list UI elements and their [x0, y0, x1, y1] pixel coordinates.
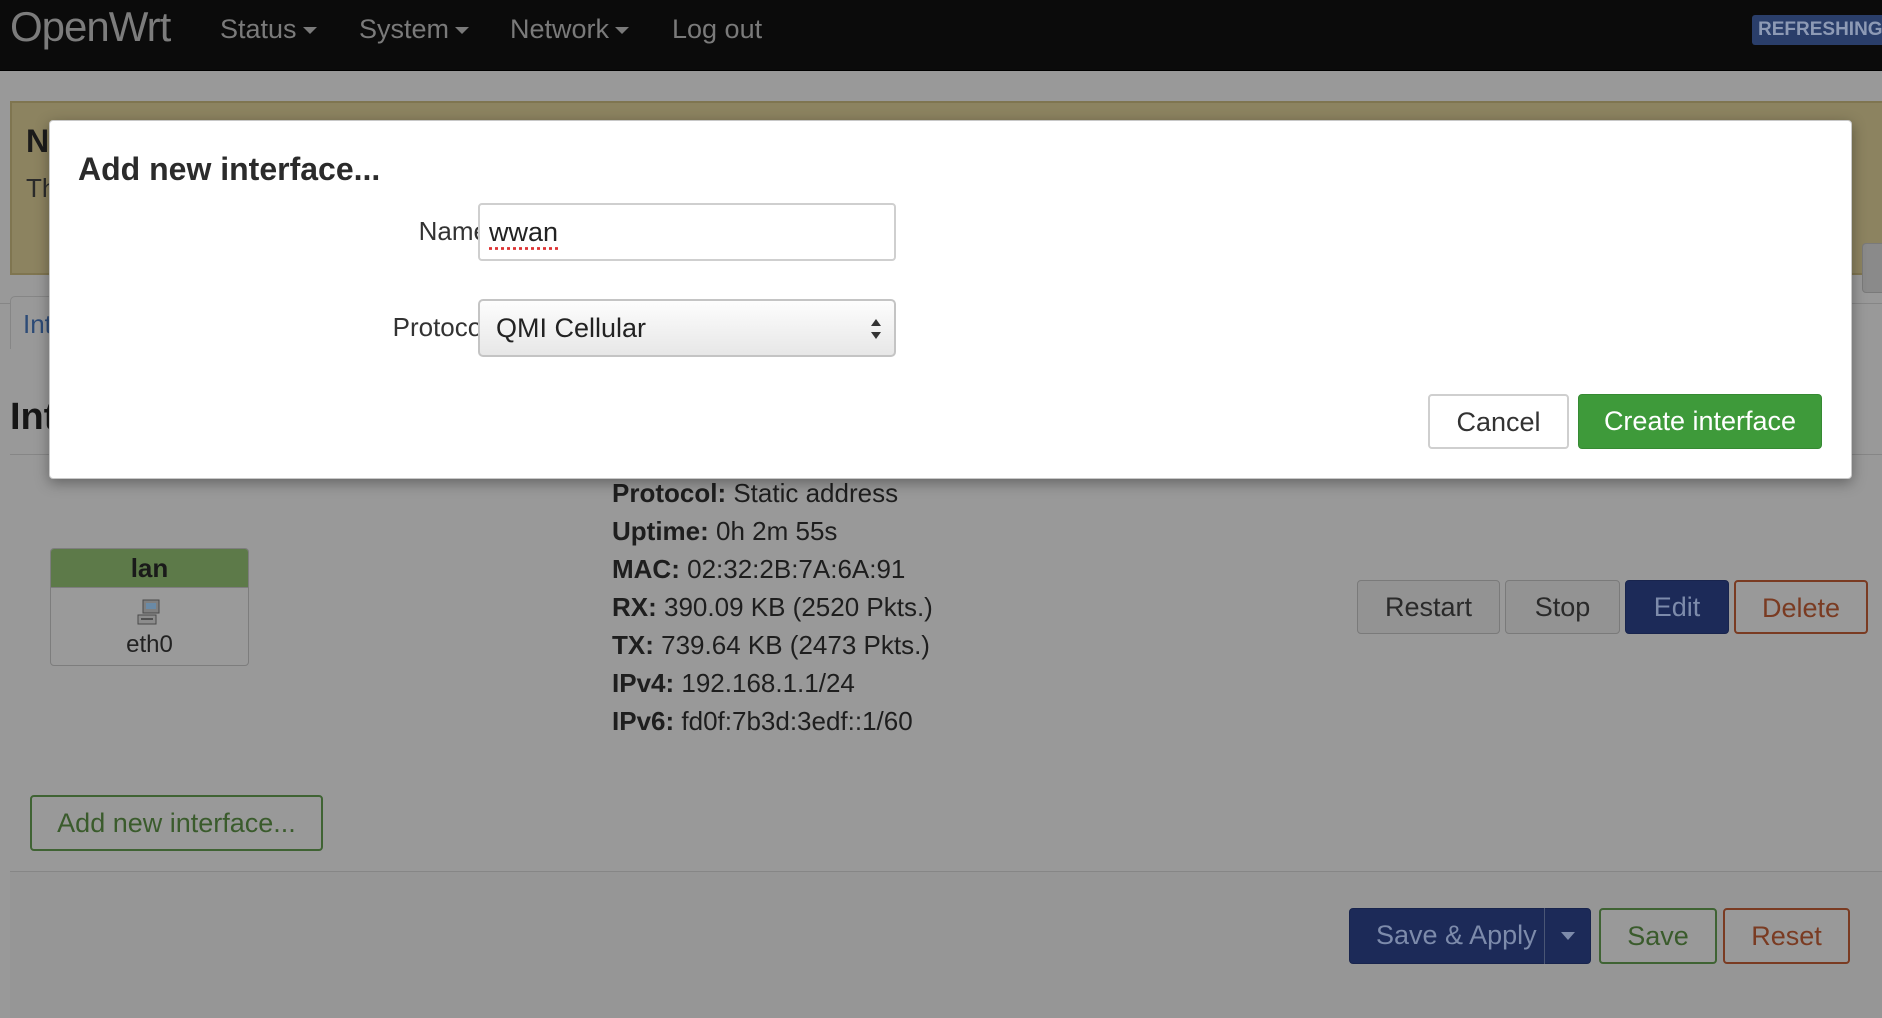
- menu-status-label: Status: [220, 14, 297, 44]
- protocol-select-value: QMI Cellular: [496, 313, 647, 343]
- detail-value: 0h 2m 55s: [716, 516, 838, 546]
- menu-system-label: System: [359, 14, 450, 44]
- detail-value: 739.64 KB (2473 Pkts.): [661, 630, 930, 660]
- delete-button[interactable]: Delete: [1734, 580, 1868, 634]
- refresh-badge[interactable]: REFRESHING: [1752, 15, 1882, 45]
- name-input[interactable]: wwan: [478, 203, 896, 261]
- save-button[interactable]: Save: [1599, 908, 1717, 964]
- menu-network-label: Network: [510, 14, 610, 44]
- ethernet-port-icon: [137, 599, 160, 625]
- stop-button[interactable]: Stop: [1505, 580, 1620, 634]
- interface-device: eth0: [126, 631, 173, 658]
- detail-key: RX:: [612, 592, 657, 622]
- interface-card-lan[interactable]: lan eth0: [50, 548, 249, 666]
- top-navbar: OpenWrt Status System Network Log out RE…: [0, 0, 1882, 71]
- detail-ipv6: IPv6: fd0f:7b3d:3edf::1/60: [612, 702, 933, 740]
- detail-value: 02:32:2B:7A:6A:91: [687, 554, 906, 584]
- menu-system[interactable]: System: [359, 12, 470, 46]
- restart-button[interactable]: Restart: [1357, 580, 1500, 634]
- chevron-down-icon: [455, 27, 470, 35]
- save-apply-label: Save & Apply: [1376, 920, 1537, 950]
- alert-title: N: [26, 123, 50, 159]
- detail-value: fd0f:7b3d:3edf::1/60: [681, 706, 913, 736]
- menu-logout[interactable]: Log out: [672, 12, 762, 46]
- detail-ipv4: IPv4: 192.168.1.1/24: [612, 664, 933, 702]
- create-interface-button[interactable]: Create interface: [1578, 394, 1822, 449]
- detail-key: TX:: [612, 630, 654, 660]
- menu-status[interactable]: Status: [220, 12, 317, 46]
- interface-details: Protocol: Static address Uptime: 0h 2m 5…: [612, 474, 933, 740]
- chevron-down-icon: [302, 27, 317, 35]
- detail-value: 192.168.1.1/24: [681, 668, 855, 698]
- detail-value: 390.09 KB (2520 Pkts.): [664, 592, 933, 622]
- detail-protocol: Protocol: Static address: [612, 474, 933, 512]
- select-arrows-icon: [871, 319, 881, 339]
- brand-logo[interactable]: OpenWrt: [10, 2, 171, 52]
- detail-mac: MAC: 02:32:2B:7A:6A:91: [612, 550, 933, 588]
- protocol-select[interactable]: QMI Cellular: [478, 299, 896, 357]
- cancel-button[interactable]: Cancel: [1428, 394, 1569, 449]
- protocol-label: Protocol: [392, 312, 488, 342]
- detail-key: MAC:: [612, 554, 680, 584]
- detail-key: IPv6:: [612, 706, 675, 736]
- menu-logout-label: Log out: [672, 14, 763, 44]
- add-interface-modal: Add new interface... Name wwan Protocol …: [49, 120, 1852, 479]
- detail-uptime: Uptime: 0h 2m 55s: [612, 512, 933, 550]
- detail-value: Static address: [733, 478, 899, 508]
- chevron-down-icon: [1561, 932, 1575, 940]
- name-label: Name: [418, 216, 488, 246]
- detail-key: IPv4:: [612, 668, 675, 698]
- alert-action-button[interactable]: [1862, 243, 1882, 293]
- name-input-value: wwan: [489, 217, 559, 247]
- detail-key: Uptime:: [612, 516, 709, 546]
- detail-tx: TX: 739.64 KB (2473 Pkts.): [612, 626, 933, 664]
- modal-title: Add new interface...: [78, 151, 381, 187]
- detail-rx: RX: 390.09 KB (2520 Pkts.): [612, 588, 933, 626]
- reset-button[interactable]: Reset: [1723, 908, 1850, 964]
- save-apply-dropdown[interactable]: [1544, 908, 1592, 964]
- edit-button[interactable]: Edit: [1625, 580, 1729, 634]
- chevron-down-icon: [615, 27, 630, 35]
- menu-network[interactable]: Network: [510, 12, 630, 46]
- interface-name: lan: [51, 549, 248, 588]
- add-interface-button[interactable]: Add new interface...: [30, 795, 323, 851]
- tab-interfaces-label: Int: [23, 309, 52, 339]
- detail-key: Protocol:: [612, 478, 727, 508]
